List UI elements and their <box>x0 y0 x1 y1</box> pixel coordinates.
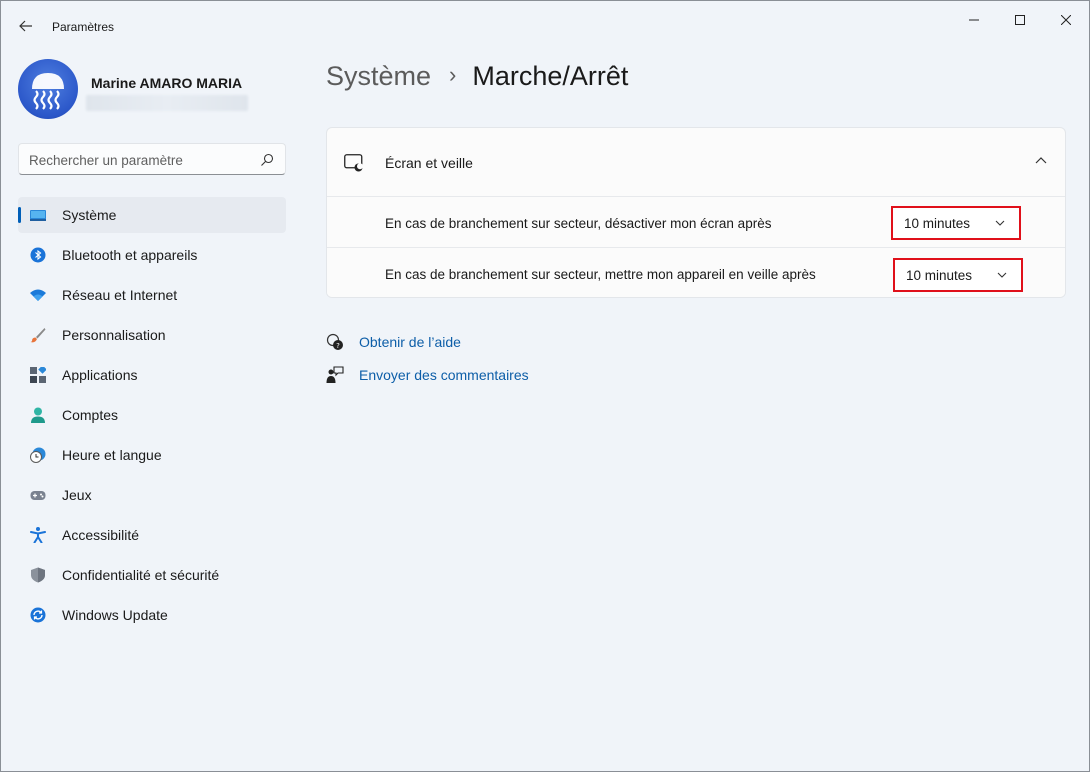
sidebar-item-jeux[interactable]: Jeux <box>18 477 286 513</box>
profile-email-redacted <box>86 95 248 111</box>
sidebar-item-label: Windows Update <box>62 607 168 623</box>
back-arrow-icon <box>19 20 32 32</box>
screen-off-row: En cas de branchement sur secteur, désac… <box>327 196 1065 247</box>
jellyfish-avatar-icon <box>32 73 64 110</box>
paintbrush-icon <box>30 328 46 343</box>
sidebar-item-label: Confidentialité et sécurité <box>62 567 220 583</box>
shield-icon <box>31 567 45 583</box>
sleep-label: En cas de branchement sur secteur, mettr… <box>385 267 816 282</box>
search-box[interactable] <box>18 143 286 175</box>
sidebar-item-label: Jeux <box>62 487 92 503</box>
sidebar-item-label: Comptes <box>62 407 119 423</box>
sidebar-item-label: Système <box>62 207 117 223</box>
clock-globe-icon <box>30 447 46 463</box>
sidebar-item-heure-langue[interactable]: Heure et langue <box>18 437 286 473</box>
breadcrumb: Système › Marche/Arrêt <box>326 61 628 92</box>
gamepad-icon <box>30 491 46 500</box>
feedback-icon <box>326 366 344 383</box>
avatar <box>18 59 78 119</box>
screen-off-label: En cas de branchement sur secteur, désac… <box>385 216 772 231</box>
screen-sleep-icon <box>344 154 363 172</box>
sidebar-item-systeme[interactable]: Système <box>18 197 286 233</box>
app-title: Paramètres <box>52 20 115 34</box>
close-button[interactable] <box>1043 7 1089 33</box>
sidebar-item-reseau[interactable]: Réseau et Internet <box>18 277 286 313</box>
get-help-text[interactable]: Obtenir de l’aide <box>359 334 461 350</box>
sidebar-item-bluetooth[interactable]: Bluetooth et appareils <box>18 237 286 273</box>
update-icon <box>30 607 46 623</box>
sidebar-item-personnalisation[interactable]: Personnalisation <box>18 317 286 353</box>
wifi-icon <box>30 289 46 301</box>
chevron-down-icon <box>997 272 1007 278</box>
screen-sleep-title: Écran et veille <box>385 155 473 171</box>
sidebar-item-comptes[interactable]: Comptes <box>18 397 286 433</box>
screen-sleep-header[interactable]: Écran et veille <box>327 128 1065 196</box>
chevron-up-icon[interactable] <box>1035 156 1047 164</box>
send-feedback-text[interactable]: Envoyer des commentaires <box>359 367 529 383</box>
close-icon <box>1061 15 1071 25</box>
accessibility-icon <box>30 527 46 543</box>
breadcrumb-separator: › <box>449 62 457 87</box>
page-title: Marche/Arrêt <box>472 61 629 91</box>
screen-off-value: 10 minutes <box>904 216 971 231</box>
sleep-dropdown[interactable]: 10 minutes <box>893 258 1023 292</box>
sidebar-item-accessibilite[interactable]: Accessibilité <box>18 517 286 553</box>
minimize-button[interactable] <box>951 7 997 33</box>
sidebar-item-label: Applications <box>62 367 138 383</box>
settings-window: Paramètres Marine AMARO MARIA Rechercher… <box>0 0 1090 772</box>
profile-name: Marine AMARO MARIA <box>91 75 243 91</box>
minimize-icon <box>969 19 979 21</box>
chevron-down-icon <box>995 220 1005 226</box>
sidebar-item-label: Bluetooth et appareils <box>62 247 198 263</box>
help-chat-icon: ? <box>326 333 343 350</box>
sidebar-item-windows-update[interactable]: Windows Update <box>18 597 286 633</box>
title-bar: Paramètres <box>1 1 1089 49</box>
sidebar-nav: Système Bluetooth et appareils Réseau et… <box>18 197 286 637</box>
sidebar-item-confidentialite[interactable]: Confidentialité et sécurité <box>18 557 286 593</box>
sidebar-item-label: Réseau et Internet <box>62 287 178 303</box>
screen-off-dropdown[interactable]: 10 minutes <box>891 206 1021 240</box>
apps-icon <box>30 367 46 383</box>
maximize-icon <box>1015 15 1025 25</box>
maximize-button[interactable] <box>997 7 1043 33</box>
system-display-icon <box>30 210 46 221</box>
bluetooth-icon <box>30 247 46 263</box>
breadcrumb-parent[interactable]: Système <box>326 61 431 91</box>
svg-text:?: ? <box>336 342 340 350</box>
sidebar-item-label: Personnalisation <box>62 327 166 343</box>
search-icon[interactable] <box>259 152 275 168</box>
sidebar-item-label: Heure et langue <box>62 447 162 463</box>
sidebar-item-applications[interactable]: Applications <box>18 357 286 393</box>
sleep-value: 10 minutes <box>906 268 973 283</box>
sleep-row: En cas de branchement sur secteur, mettr… <box>327 247 1065 297</box>
screen-sleep-card: Écran et veille En cas de branchement su… <box>326 127 1066 298</box>
account-icon <box>31 407 45 423</box>
back-button[interactable] <box>13 13 39 39</box>
sidebar-item-label: Accessibilité <box>62 527 140 543</box>
search-input[interactable] <box>29 150 249 170</box>
